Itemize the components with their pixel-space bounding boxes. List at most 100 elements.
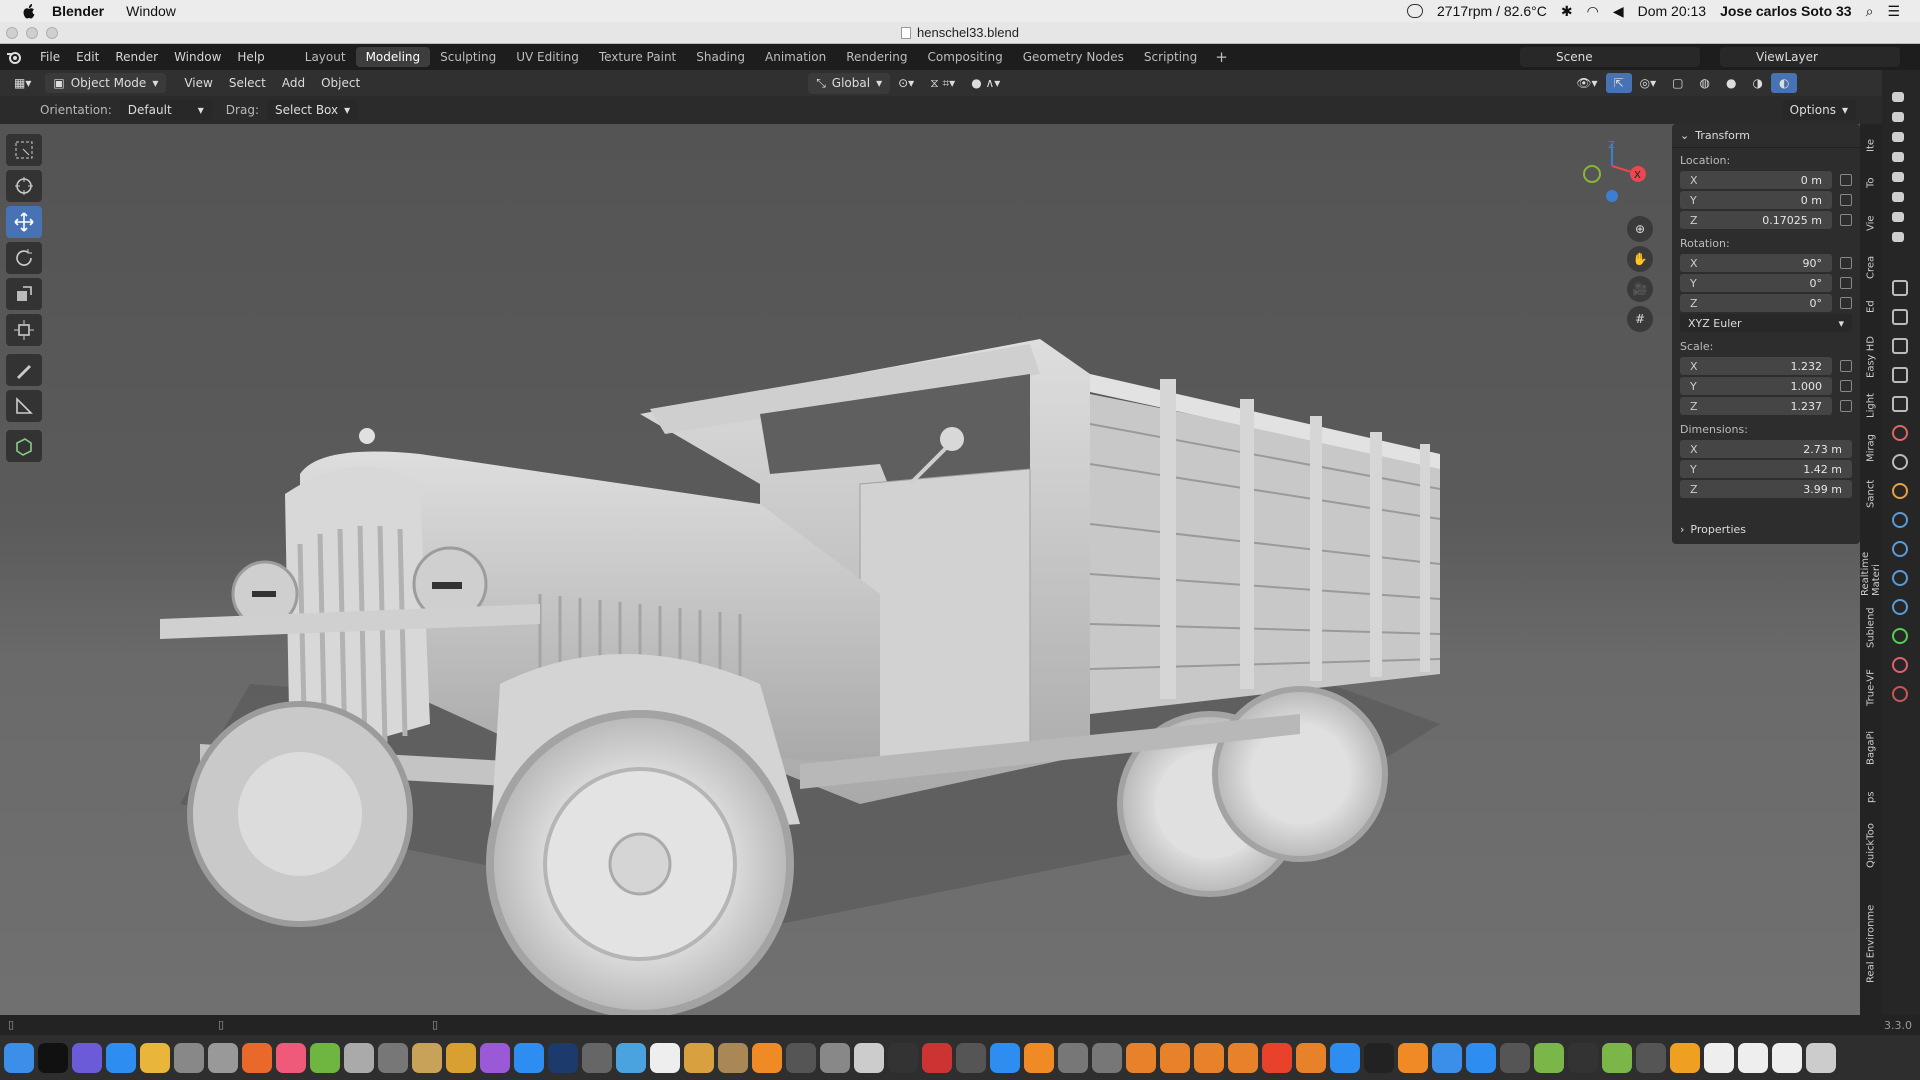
sidebar-tab-mirag[interactable]: Mirag xyxy=(1860,430,1882,466)
physics-icon[interactable] xyxy=(1892,570,1908,586)
camera-icon[interactable] xyxy=(1892,172,1904,182)
pan-hand-icon[interactable]: ✋ xyxy=(1627,246,1653,272)
annotate-tool[interactable] xyxy=(6,354,42,386)
transform-tool[interactable] xyxy=(6,314,42,346)
paris-icon[interactable] xyxy=(412,1042,442,1073)
world-icon[interactable] xyxy=(1892,425,1908,441)
books-icon[interactable] xyxy=(1024,1042,1054,1073)
dimensions-z-field[interactable]: Z 3.99 m xyxy=(1680,480,1852,498)
folder-icon[interactable] xyxy=(684,1042,714,1073)
camera-icon[interactable] xyxy=(1892,152,1904,162)
menu-help[interactable]: Help xyxy=(229,50,272,64)
globe-icon[interactable] xyxy=(616,1042,646,1073)
window-menu[interactable]: Window xyxy=(126,3,176,19)
sidebar-tab-light[interactable]: Light xyxy=(1860,388,1882,424)
lock-icon[interactable] xyxy=(1840,277,1852,289)
pages-icon[interactable] xyxy=(1398,1042,1428,1073)
gimp-icon[interactable] xyxy=(582,1042,612,1073)
notification-center-icon[interactable]: ☰ xyxy=(1887,3,1900,20)
tab-modeling[interactable]: Modeling xyxy=(355,47,431,67)
camera-icon[interactable] xyxy=(1892,132,1904,142)
shading-solid-icon[interactable]: ● xyxy=(1718,73,1744,93)
add-cube-tool[interactable] xyxy=(6,430,42,462)
tab-rendering[interactable]: Rendering xyxy=(836,47,917,67)
object-icon[interactable] xyxy=(1892,483,1908,499)
automator-icon[interactable] xyxy=(174,1042,204,1073)
orientation-dropdown[interactable]: Default ▾ xyxy=(119,100,212,120)
dimensions-x-field[interactable]: X 2.73 m xyxy=(1680,440,1852,458)
book-icon[interactable] xyxy=(446,1042,476,1073)
properties-panel-header[interactable]: › Properties xyxy=(1672,516,1860,542)
menu-file[interactable]: File xyxy=(32,50,68,64)
lock-icon[interactable] xyxy=(1840,360,1852,372)
ds-icon[interactable] xyxy=(1364,1042,1394,1073)
sidebar-tab-sanct[interactable]: Sanct xyxy=(1860,474,1882,514)
camera-icon[interactable] xyxy=(1892,212,1904,222)
safari-icon[interactable] xyxy=(106,1042,136,1073)
rotation-z-field[interactable]: Z 0° xyxy=(1680,294,1852,312)
sidebar-tab-ps[interactable]: ps xyxy=(1860,784,1882,810)
menu-add[interactable]: Add xyxy=(274,73,313,93)
tab-texture-paint[interactable]: Texture Paint xyxy=(589,47,686,67)
camera-icon[interactable] xyxy=(1892,92,1904,102)
android-icon[interactable] xyxy=(1534,1042,1564,1073)
texture-icon[interactable] xyxy=(1892,686,1908,702)
quicktime-icon[interactable] xyxy=(888,1042,918,1073)
blender3-icon[interactable] xyxy=(1194,1042,1224,1073)
appstore-icon[interactable] xyxy=(1330,1042,1360,1073)
xray-icon[interactable]: ▢ xyxy=(1664,73,1691,93)
blender-icon[interactable] xyxy=(1126,1042,1156,1073)
tab-geometry-nodes[interactable]: Geometry Nodes xyxy=(1013,47,1134,67)
pivot-point-icon[interactable]: ⊙▾ xyxy=(890,73,922,93)
sidebar-tab-real-environme[interactable]: Real Environme xyxy=(1860,884,1882,1004)
tab-layout[interactable]: Layout xyxy=(295,47,356,67)
menu-object[interactable]: Object xyxy=(313,73,368,93)
substance-icon[interactable] xyxy=(1262,1042,1292,1073)
movie-icon[interactable] xyxy=(956,1042,986,1073)
gizmo-toggle-icon[interactable]: ⇱ xyxy=(1605,73,1632,93)
minimize-window-button[interactable] xyxy=(26,27,38,39)
doc1-icon[interactable] xyxy=(1704,1042,1734,1073)
spotlight-icon[interactable]: ⌕ xyxy=(1866,3,1874,20)
sidebar-tab-crea[interactable]: Crea xyxy=(1860,252,1882,282)
app-menu[interactable]: Blender xyxy=(52,3,104,19)
sidebar-tab-quicktoo[interactable]: QuickToo xyxy=(1860,820,1882,872)
overlay-toggle-icon[interactable]: ◎▾ xyxy=(1632,73,1665,93)
slides-icon[interactable] xyxy=(1670,1042,1700,1073)
scale-x-field[interactable]: X 1.232 xyxy=(1680,357,1852,375)
material-icon[interactable] xyxy=(1892,657,1908,673)
location-y-field[interactable]: Y 0 m xyxy=(1680,191,1852,209)
close-window-button[interactable] xyxy=(6,27,18,39)
scene-selector[interactable]: Scene xyxy=(1520,47,1700,67)
editor-type-icon[interactable]: ▦▾ xyxy=(6,73,39,93)
clock[interactable]: Dom 20:13 xyxy=(1638,3,1706,19)
blender2-icon[interactable] xyxy=(1160,1042,1190,1073)
transform-orientation-selector[interactable]: ⤡ Global ▾ xyxy=(808,72,891,94)
output-icon[interactable] xyxy=(1892,338,1908,354)
zoom-window-button[interactable] xyxy=(46,27,58,39)
proportional-edit-icon[interactable]: ● ∧▾ xyxy=(963,73,1008,93)
affinity-icon[interactable] xyxy=(480,1042,510,1073)
lock-icon[interactable] xyxy=(1840,400,1852,412)
xcode-icon[interactable] xyxy=(990,1042,1020,1073)
camera-view-icon[interactable]: 🎥 xyxy=(1627,276,1653,302)
sidebar-tab-true-vf[interactable]: True-VF xyxy=(1860,664,1882,712)
sidebar-tab-to[interactable]: To xyxy=(1860,170,1882,196)
measure-tool[interactable] xyxy=(6,390,42,422)
zbrush-icon[interactable] xyxy=(1058,1042,1088,1073)
menu-select[interactable]: Select xyxy=(221,73,274,93)
view-layer-selector[interactable]: ViewLayer xyxy=(1720,47,1900,67)
tab-scripting[interactable]: Scripting xyxy=(1134,47,1207,67)
preview-icon[interactable] xyxy=(344,1042,374,1073)
menu-edit[interactable]: Edit xyxy=(68,50,107,64)
scale-z-field[interactable]: Z 1.237 xyxy=(1680,397,1852,415)
constraint-icon[interactable] xyxy=(1892,599,1908,615)
camera-icon[interactable] xyxy=(1892,112,1904,122)
sidebar-tab-realtime-materi[interactable]: Realtime Materi xyxy=(1860,524,1882,596)
tab-shading[interactable]: Shading xyxy=(686,47,755,67)
tab-compositing[interactable]: Compositing xyxy=(917,47,1012,67)
lock-icon[interactable] xyxy=(1840,257,1852,269)
navigation-gizmo[interactable]: X Z xyxy=(1570,134,1650,204)
sidebar-tab-sublend[interactable]: Sublend xyxy=(1860,604,1882,652)
trash-icon[interactable] xyxy=(1806,1042,1836,1073)
